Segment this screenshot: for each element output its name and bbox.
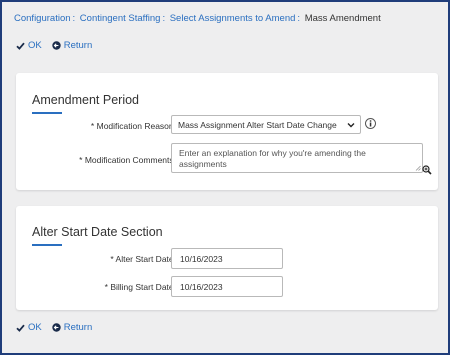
billing-start-date-label-text: Billing Start Date:: [110, 282, 176, 292]
top-action-bar: OK Return: [16, 40, 102, 51]
modification-reason-select[interactable]: Mass Assignment Alter Start Date Change: [171, 115, 361, 134]
return-button[interactable]: Return: [52, 40, 93, 51]
checkmark-icon: [16, 42, 25, 50]
chevron-down-icon: [347, 123, 355, 128]
ok-button[interactable]: OK: [16, 40, 42, 51]
window-frame: Configuration: Contingent Staffing: Sele…: [0, 0, 450, 355]
modification-comments-placeholder: Enter an explanation for why you're amen…: [179, 148, 366, 169]
alter-start-date-label-text: Alter Start Date:: [115, 254, 176, 264]
return-label: Return: [63, 322, 93, 333]
modification-comments-textarea[interactable]: Enter an explanation for why you're amen…: [171, 143, 423, 173]
section-title: Amendment Period: [32, 93, 140, 107]
breadcrumb-current: Mass Amendment: [304, 13, 381, 24]
billing-start-date-input[interactable]: 10/16/2023: [171, 276, 283, 297]
return-label: Return: [63, 40, 93, 51]
required-marker: *: [104, 282, 108, 292]
alter-start-date-label: * Alter Start Date:: [110, 254, 176, 264]
section-title-underline: [32, 112, 62, 114]
section-title: Alter Start Date Section: [32, 225, 163, 239]
required-marker: *: [90, 121, 95, 131]
billing-start-date-value: 10/16/2023: [180, 282, 223, 292]
alter-start-date-card: Alter Start Date Section * Alter Start D…: [16, 206, 438, 310]
alter-start-date-value: 10/16/2023: [180, 254, 223, 264]
breadcrumb-separator: :: [162, 13, 166, 24]
section-title-underline: [32, 244, 62, 246]
bottom-action-bar: OK Return: [16, 322, 102, 333]
ok-label: OK: [28, 40, 42, 51]
resize-grip-icon[interactable]: [415, 165, 421, 171]
zoom-in-icon[interactable]: [422, 165, 432, 175]
modification-reason-label-text: Modification Reason:: [96, 121, 176, 131]
modification-comments-label-text: Modification Comments:: [84, 155, 176, 165]
alter-start-date-input[interactable]: 10/16/2023: [171, 248, 283, 269]
modification-comments-label: * Modification Comments:: [79, 155, 176, 165]
required-marker: *: [110, 254, 114, 264]
return-arrow-icon: [52, 323, 61, 332]
breadcrumb: Configuration: Contingent Staffing: Sele…: [14, 13, 381, 24]
breadcrumb-separator: :: [297, 13, 301, 24]
return-arrow-icon: [52, 41, 61, 50]
return-button[interactable]: Return: [52, 322, 93, 333]
modification-reason-value: Mass Assignment Alter Start Date Change: [178, 120, 337, 130]
billing-start-date-label: * Billing Start Date:: [105, 282, 176, 292]
required-marker: *: [79, 155, 83, 165]
breadcrumb-select-assignments[interactable]: Select Assignments to Amend: [170, 13, 296, 24]
breadcrumb-configuration[interactable]: Configuration: [14, 13, 71, 24]
modification-reason-label: * Modification Reason:: [91, 121, 176, 131]
ok-button[interactable]: OK: [16, 322, 42, 333]
ok-label: OK: [28, 322, 42, 333]
breadcrumb-contingent-staffing[interactable]: Contingent Staffing: [80, 13, 161, 24]
breadcrumb-separator: :: [72, 13, 76, 24]
checkmark-icon: [16, 324, 25, 332]
info-icon[interactable]: [365, 118, 376, 129]
amendment-period-card: Amendment Period * Modification Reason: …: [16, 73, 438, 190]
